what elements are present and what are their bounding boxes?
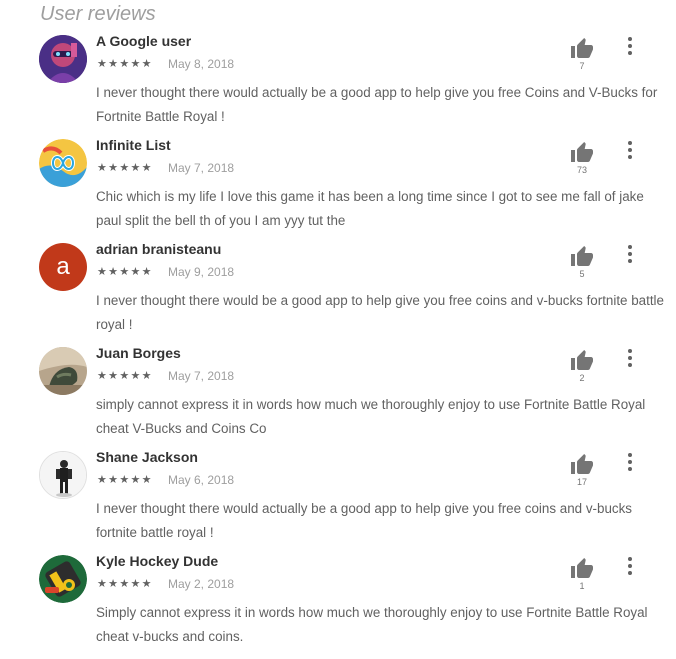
more-options-icon[interactable] [622, 243, 638, 263]
infinity-avatar-icon[interactable] [39, 139, 87, 187]
helpful-count: 1 [579, 581, 585, 591]
letter-avatar[interactable]: a [39, 243, 87, 291]
rating-stars: ★★★★★ [97, 578, 153, 590]
review-item: Infinite List ★★★★★ May 7, 2018 73 Chic … [0, 137, 676, 243]
more-options-icon[interactable] [622, 347, 638, 367]
review-date: May 2, 2018 [168, 577, 235, 591]
thumbs-up-icon[interactable] [570, 141, 594, 165]
thumbs-up-icon[interactable] [570, 453, 594, 477]
review-date: May 7, 2018 [168, 369, 235, 383]
helpful-count: 7 [579, 61, 585, 71]
more-options-icon[interactable] [622, 139, 638, 159]
review-date: May 6, 2018 [168, 473, 235, 487]
thumbs-up-icon[interactable] [570, 557, 594, 581]
thumbs-up-icon[interactable] [570, 245, 594, 269]
review-date: May 9, 2018 [168, 265, 235, 279]
rating-stars: ★★★★★ [97, 474, 153, 486]
figure-avatar-icon[interactable] [39, 451, 87, 499]
review-item: Kyle Hockey Dude ★★★★★ May 2, 2018 1 Sim… [0, 553, 676, 659]
rating-stars: ★★★★★ [97, 266, 153, 278]
helpful-count: 17 [576, 477, 587, 487]
photo-avatar-icon[interactable] [39, 347, 87, 395]
review-text: I never thought there would actually be … [96, 501, 632, 540]
review-date: May 7, 2018 [168, 161, 235, 175]
review-author: A Google user [96, 33, 192, 49]
review-text: Simply cannot express it in words how mu… [96, 605, 648, 644]
review-author: Juan Borges [96, 345, 181, 361]
review-item: Juan Borges ★★★★★ May 7, 2018 2 simply c… [0, 345, 676, 451]
review-text: I never thought there would be a good ap… [96, 293, 664, 332]
helpful-count: 73 [576, 165, 587, 175]
review-author: Shane Jackson [96, 449, 198, 465]
more-options-icon[interactable] [622, 35, 638, 55]
review-text: simply cannot express it in words how mu… [96, 397, 646, 436]
character-avatar-icon[interactable] [39, 35, 87, 83]
review-author: adrian branisteanu [96, 241, 222, 257]
review-text: Chic which is my life I love this game i… [96, 189, 644, 228]
review-item: Shane Jackson ★★★★★ May 6, 2018 17 I nev… [0, 449, 676, 555]
helpful-count: 2 [579, 373, 585, 383]
review-date: May 8, 2018 [168, 57, 235, 71]
rating-stars: ★★★★★ [97, 58, 153, 70]
avatar-letter: a [56, 253, 70, 280]
game-avatar-icon[interactable] [39, 555, 87, 603]
section-title: User reviews [40, 3, 156, 25]
review-item: a adrian branisteanu ★★★★★ May 9, 2018 5… [0, 241, 676, 347]
helpful-count: 5 [579, 269, 585, 279]
thumbs-up-icon[interactable] [570, 349, 594, 373]
thumbs-up-icon[interactable] [570, 37, 594, 61]
review-item: A Google user ★★★★★ May 8, 2018 7 I neve… [0, 33, 676, 139]
more-options-icon[interactable] [622, 451, 638, 471]
review-author: Kyle Hockey Dude [96, 553, 219, 569]
more-options-icon[interactable] [622, 555, 638, 575]
rating-stars: ★★★★★ [97, 162, 153, 174]
review-text: I never thought there would actually be … [96, 85, 658, 124]
review-author: Infinite List [96, 137, 171, 153]
rating-stars: ★★★★★ [97, 370, 153, 382]
